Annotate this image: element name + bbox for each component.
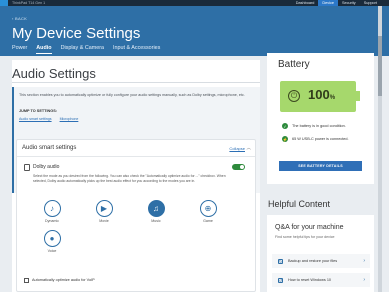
mode-dynamic[interactable]: ♪ Dynamic — [37, 200, 67, 223]
dolby-icon — [24, 164, 30, 171]
see-battery-details-button[interactable]: SEE BATTERY DETAILS — [279, 161, 362, 171]
dolby-description: Select the mode as you desired from the … — [33, 174, 226, 183]
mode-voice[interactable]: ● Voice — [37, 230, 67, 253]
check-icon: ✓ — [282, 123, 288, 129]
settings-tabs: Power Audio Display & Camera Input & Acc… — [12, 45, 160, 54]
mode-music[interactable]: ♫ Music — [141, 200, 171, 223]
reset-icon: ↺ — [278, 277, 283, 283]
back-link[interactable]: ‹ BACK — [12, 16, 27, 21]
voip-optimize-checkbox[interactable] — [24, 278, 29, 283]
jump-link-microphone[interactable]: Microphone — [60, 117, 79, 121]
page-scrollbar[interactable] — [378, 6, 382, 292]
qa-item-reset[interactable]: ↺ How to reset Windows 10 › — [272, 273, 370, 287]
mode-label: Dynamic — [45, 219, 59, 223]
audio-smart-settings-card: Audio smart settings Collapse ︿ Dolby au… — [16, 139, 256, 292]
battery-status-condition: ✓ The battery is in good condition. — [282, 123, 346, 129]
collapse-link[interactable]: Collapse — [229, 146, 245, 151]
dolby-audio-toggle[interactable] — [232, 164, 245, 170]
plug-icon: ⏻ — [288, 90, 300, 102]
scrollbar-thumb[interactable] — [378, 36, 382, 96]
battery-percent: 100% — [308, 87, 336, 102]
battery-level-indicator: ⏻ 100% — [280, 81, 356, 112]
mode-label: Music — [151, 219, 161, 223]
chevron-up-icon[interactable]: ︿ — [247, 145, 252, 151]
qa-subtitle: Find some helpful tips for your device — [275, 235, 335, 239]
mode-label: Movie — [99, 219, 109, 223]
mode-label: Game — [203, 219, 213, 223]
mode-game[interactable]: ⊕ Game — [193, 200, 223, 223]
device-name: ThinkPad T14 Gen 1 — [12, 1, 46, 5]
audio-settings-panel: Audio Settings This section enables you … — [12, 60, 260, 292]
dolby-modes: ♪ Dynamic ▶ Movie ♫ Music ⊕ Game ● Voice — [37, 200, 237, 270]
jump-label: JUMP TO SETTINGS: — [19, 109, 58, 113]
qa-card: Q&A for your machine Find some helpful t… — [267, 215, 374, 292]
dynamic-icon: ♪ — [43, 200, 61, 217]
tab-audio[interactable]: Audio — [36, 45, 52, 54]
backup-icon: ↻ — [278, 258, 283, 264]
chevron-right-icon: › — [363, 258, 365, 264]
mode-label: Voice — [47, 249, 57, 253]
battery-status-power: ⚡ 65 W USB-C power is connected. — [282, 136, 349, 142]
tab-input-accessories[interactable]: Input & Accessories — [113, 45, 160, 54]
chevron-right-icon: › — [363, 277, 365, 283]
music-icon: ♫ — [147, 200, 165, 217]
section-description: This section enables you to automaticall… — [19, 93, 245, 97]
qa-item-backup[interactable]: ↻ Backup and restore your files › — [272, 254, 370, 268]
helpful-content-title: Helpful Content — [268, 199, 331, 209]
mode-movie[interactable]: ▶ Movie — [89, 200, 119, 223]
movie-icon: ▶ — [95, 200, 113, 217]
game-icon: ⊕ — [199, 200, 217, 217]
tab-display-camera[interactable]: Display & Camera — [61, 45, 104, 54]
tab-power[interactable]: Power — [12, 45, 27, 54]
qa-title: Q&A for your machine — [275, 224, 344, 231]
battery-widget: Battery ⏻ 100% ✓ The battery is in good … — [267, 53, 374, 184]
power-icon: ⚡ — [282, 136, 288, 142]
dolby-audio-label: Dolby audio — [33, 164, 60, 170]
info-accent — [12, 87, 14, 193]
page-title: My Device Settings — [12, 25, 141, 42]
voice-icon: ● — [43, 230, 61, 247]
battery-title: Battery — [278, 59, 310, 70]
divider — [12, 82, 260, 83]
card-title: Audio smart settings — [22, 145, 77, 151]
jump-link-audio-smart[interactable]: Audio smart settings — [19, 117, 52, 121]
battery-cap — [356, 91, 360, 101]
divider — [17, 156, 255, 157]
page-header: ‹ BACK My Device Settings Power Audio Di… — [0, 6, 389, 56]
voip-optimize-label: Automatically optimize audio for VoIP — [32, 278, 95, 282]
jump-links: Audio smart settings Microphone — [19, 117, 78, 121]
section-title: Audio Settings — [12, 66, 96, 81]
